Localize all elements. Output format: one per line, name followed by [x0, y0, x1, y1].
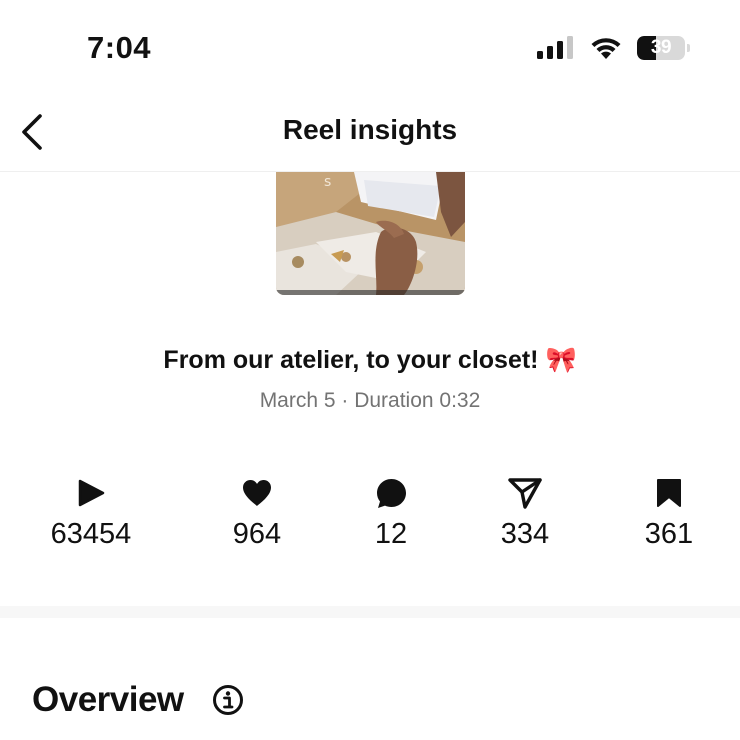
metric-value: 334	[500, 518, 550, 550]
status-icons: 39	[537, 36, 690, 60]
comment-icon	[376, 478, 406, 508]
bookmark-icon	[657, 479, 681, 507]
share-icon	[508, 478, 542, 509]
metric-value: 63454	[50, 518, 132, 550]
play-icon	[78, 479, 105, 507]
metric-value: 361	[644, 518, 694, 550]
info-icon[interactable]	[212, 684, 244, 716]
overview-heading: Overview	[32, 680, 184, 719]
reel-meta: March 5 · Duration 0:32	[259, 389, 481, 412]
page-title: Reel insights	[282, 114, 458, 145]
battery-percent: 39	[650, 37, 672, 58]
svg-text:s: s	[324, 174, 331, 190]
battery-icon: 39	[637, 36, 685, 60]
status-bar: 7:04 39	[0, 0, 740, 100]
wifi-icon	[591, 38, 621, 59]
battery-cap	[687, 44, 690, 52]
section-divider	[0, 606, 740, 618]
reel-thumbnail[interactable]: s	[276, 172, 465, 295]
nav-bar: Reel insights	[0, 100, 740, 172]
metric-saves[interactable]: 361	[589, 476, 740, 551]
status-time: 7:04	[87, 30, 152, 65]
cellular-signal-icon	[537, 36, 573, 59]
heart-icon	[243, 480, 271, 506]
reel-caption: From our atelier, to your closet! 🎀	[163, 346, 577, 374]
metric-shares[interactable]: 334	[445, 476, 605, 551]
metric-plays[interactable]: 63454	[11, 476, 171, 551]
